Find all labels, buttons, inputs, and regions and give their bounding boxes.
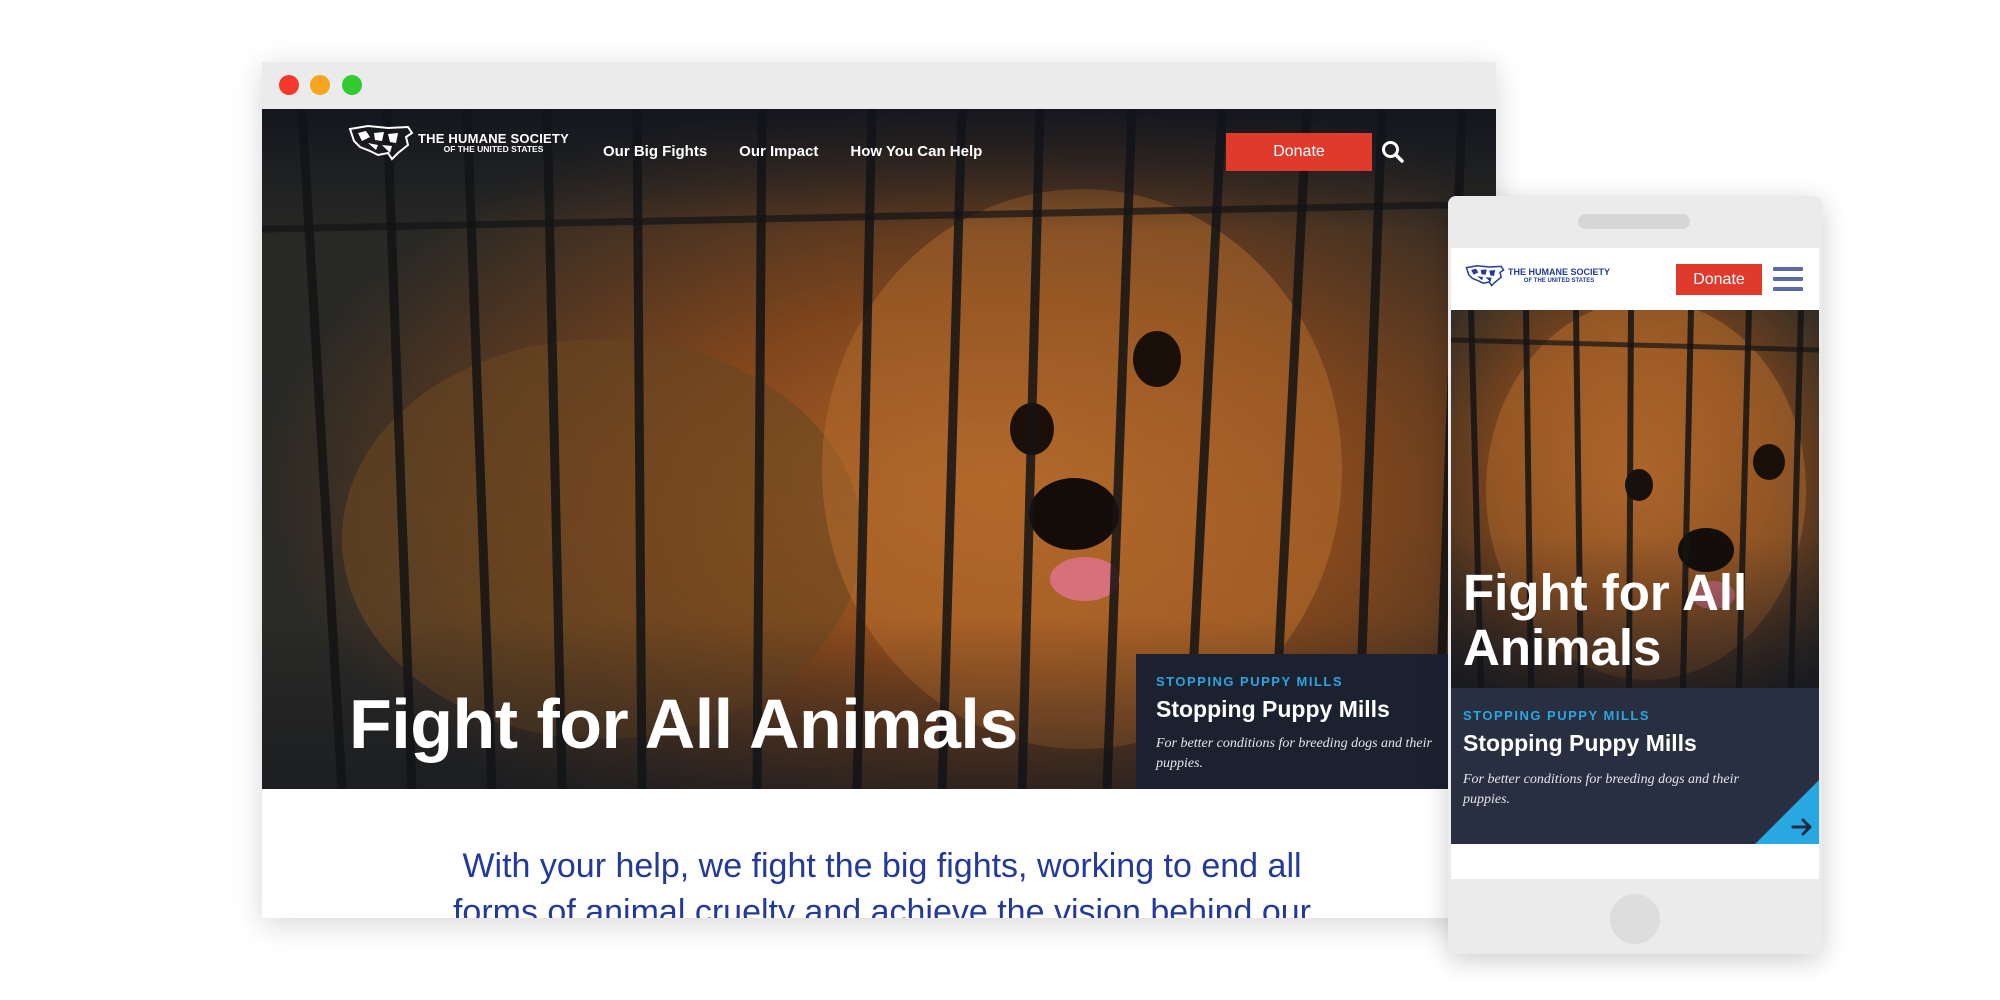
site-logo[interactable]: THE HUMANE SOCIETY OF THE UNITED STATES <box>348 123 569 163</box>
donate-button[interactable]: Donate <box>1226 133 1372 171</box>
mobile-logo-line-2: OF THE UNITED STATES <box>1523 277 1595 284</box>
window-maximize-button[interactable] <box>342 75 362 95</box>
usa-animals-logo-icon <box>1465 265 1505 287</box>
phone-home-button[interactable] <box>1610 894 1660 944</box>
intro-section: With your help, we fight the big fights,… <box>262 789 1496 918</box>
mobile-feature-title[interactable]: Stopping Puppy Mills <box>1463 730 1697 757</box>
mobile-feature-eyebrow: STOPPING PUPPY MILLS <box>1463 708 1650 723</box>
hero-title: Fight for All Animals <box>349 685 1018 763</box>
desktop-browser-window: THE HUMANE SOCIETY OF THE UNITED STATES … <box>262 62 1496 918</box>
main-navigation: THE HUMANE SOCIETY OF THE UNITED STATES … <box>262 109 1496 189</box>
menu-bar <box>1773 277 1803 281</box>
feature-title[interactable]: Stopping Puppy Mills <box>1156 696 1390 723</box>
arrow-right-icon[interactable] <box>1791 818 1813 836</box>
mobile-feature-subtitle: For better conditions for breeding dogs … <box>1463 772 1739 807</box>
mobile-donate-button[interactable]: Donate <box>1676 264 1762 295</box>
nav-link-how-you-can-help[interactable]: How You Can Help <box>850 143 982 160</box>
mobile-logo-line-1: THE HUMANE SOCIETY <box>1508 267 1611 278</box>
mobile-hero-section: Fight for All Animals <box>1451 310 1819 688</box>
feature-card[interactable]: STOPPING PUPPY MILLS Stopping Puppy Mill… <box>1136 654 1496 804</box>
nav-link-our-impact[interactable]: Our Impact <box>739 143 818 160</box>
nav-links: Our Big Fights Our Impact How You Can He… <box>603 143 982 160</box>
search-icon[interactable] <box>1380 139 1406 165</box>
hamburger-menu-icon[interactable] <box>1773 265 1803 293</box>
window-minimize-button[interactable] <box>310 75 330 95</box>
logo-text: THE HUMANE SOCIETY OF THE UNITED STATES <box>418 132 569 155</box>
phone-speaker <box>1578 214 1690 229</box>
mobile-hero-title: Fight for All Animals <box>1463 564 1748 676</box>
mobile-screen: THE HUMANE SOCIETY OF THE UNITED STATES … <box>1451 248 1819 879</box>
window-close-button[interactable] <box>279 75 299 95</box>
usa-animals-logo-icon <box>348 124 414 161</box>
feature-subtitle: For better conditions for breeding dogs … <box>1156 736 1432 771</box>
mobile-logo-text: THE HUMANE SOCIETY OF THE UNITED STATES <box>1508 267 1611 284</box>
mobile-phone-mockup: THE HUMANE SOCIETY OF THE UNITED STATES … <box>1448 196 1822 954</box>
mobile-header: THE HUMANE SOCIETY OF THE UNITED STATES … <box>1451 248 1819 310</box>
intro-text: With your help, we fight the big fights,… <box>452 847 1312 918</box>
mobile-site-logo[interactable]: THE HUMANE SOCIETY OF THE UNITED STATES <box>1465 264 1610 288</box>
menu-bar <box>1773 267 1803 271</box>
feature-eyebrow: STOPPING PUPPY MILLS <box>1156 674 1343 689</box>
browser-titlebar <box>262 62 1496 109</box>
logo-line-2: OF THE UNITED STATES <box>443 144 544 155</box>
logo-line-1: THE HUMANE SOCIETY <box>418 130 569 146</box>
nav-link-our-big-fights[interactable]: Our Big Fights <box>603 143 707 160</box>
menu-bar <box>1773 287 1803 291</box>
